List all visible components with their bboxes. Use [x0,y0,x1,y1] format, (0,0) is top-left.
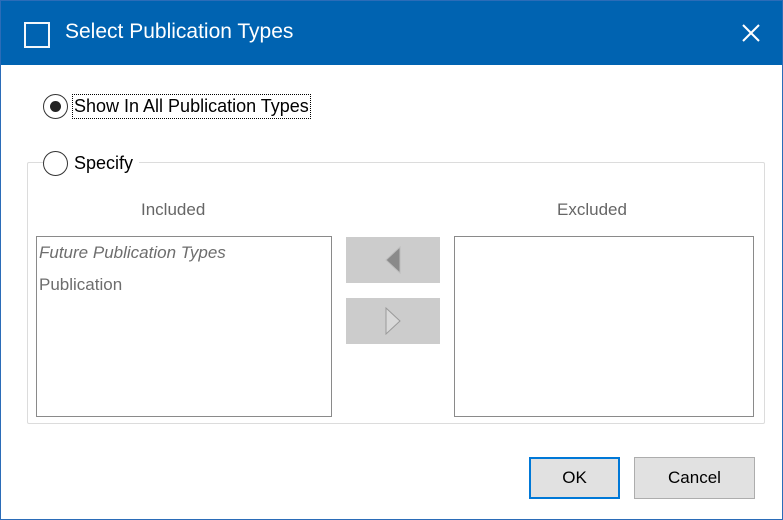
show-all-radio[interactable]: Show In All Publication Types [43,94,311,119]
show-all-label: Show In All Publication Types [72,94,311,119]
ok-button[interactable]: OK [529,457,620,499]
cancel-button[interactable]: Cancel [634,457,755,499]
triangle-left-icon [385,245,401,275]
close-icon [742,24,760,42]
specify-radio[interactable]: Specify [43,151,140,176]
close-button[interactable] [720,1,782,65]
included-list[interactable]: Future Publication Types Publication [36,236,332,417]
radio-dot [49,100,61,112]
excluded-header: Excluded [557,200,627,219]
radio-circle [43,151,68,176]
title-bar[interactable]: Select Publication Types [1,1,782,65]
select-publication-types-dialog: Select Publication Types Show In All Pub… [0,0,783,520]
list-item[interactable]: Future Publication Types [37,237,331,269]
excluded-list[interactable] [454,236,754,417]
included-header: Included [141,200,206,219]
radio-circle-selected [43,94,68,119]
triangle-right-icon [385,306,401,336]
specify-label: Specify [74,153,134,173]
move-to-included-button[interactable] [346,237,440,283]
move-to-excluded-button[interactable] [346,298,440,344]
window-icon [24,22,50,48]
dialog-title: Select Publication Types [65,20,294,43]
list-item[interactable]: Publication [37,269,331,301]
